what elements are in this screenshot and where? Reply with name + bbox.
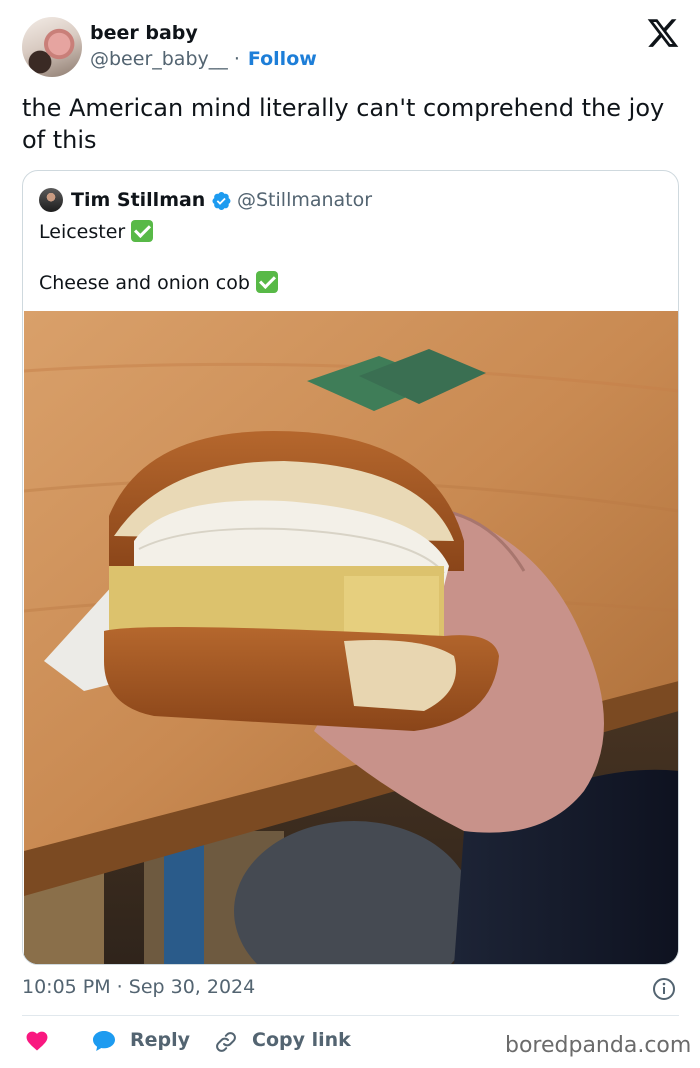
sandwich-photo[interactable] (24, 311, 679, 965)
speech-bubble-icon[interactable] (92, 1030, 116, 1052)
info-icon[interactable] (652, 977, 676, 1001)
check-mark-icon (131, 220, 154, 242)
link-icon[interactable] (214, 1030, 238, 1054)
author-handle[interactable]: @beer_baby__ (90, 48, 228, 70)
watermark: boredpanda.com (505, 1033, 692, 1058)
x-logo-icon[interactable] (646, 16, 680, 50)
reply-button[interactable]: Reply (130, 1029, 190, 1051)
tweet-card: beer baby @beer_baby__ · Follow the Amer… (0, 0, 700, 1068)
follow-button[interactable]: Follow (248, 48, 317, 70)
quoted-line-1: Leicester (39, 220, 154, 243)
copy-link-button[interactable]: Copy link (252, 1029, 351, 1051)
author-display-name[interactable]: beer baby (90, 22, 198, 44)
quoted-line-2-text: Cheese and onion cob (39, 272, 250, 294)
quoted-line-2: Cheese and onion cob (39, 271, 278, 294)
quoted-handle[interactable]: @Stillmanator (237, 189, 372, 211)
action-divider (22, 1015, 679, 1016)
avatar[interactable] (22, 17, 82, 77)
tweet-text: the American mind literally can't compre… (22, 94, 665, 154)
quoted-tweet[interactable]: Tim Stillman @Stillmanator Leicester Che… (22, 170, 679, 965)
quoted-avatar[interactable] (39, 188, 63, 212)
verified-badge-icon (212, 192, 231, 210)
check-mark-icon (255, 271, 278, 293)
author-handle-row: @beer_baby__ · Follow (90, 48, 317, 70)
quoted-line-1-text: Leicester (39, 221, 126, 243)
quoted-display-name[interactable]: Tim Stillman (71, 189, 205, 211)
heart-icon[interactable] (26, 1031, 48, 1051)
separator-dot: · (233, 48, 240, 70)
tweet-timestamp[interactable]: 10:05 PM · Sep 30, 2024 (22, 976, 255, 998)
